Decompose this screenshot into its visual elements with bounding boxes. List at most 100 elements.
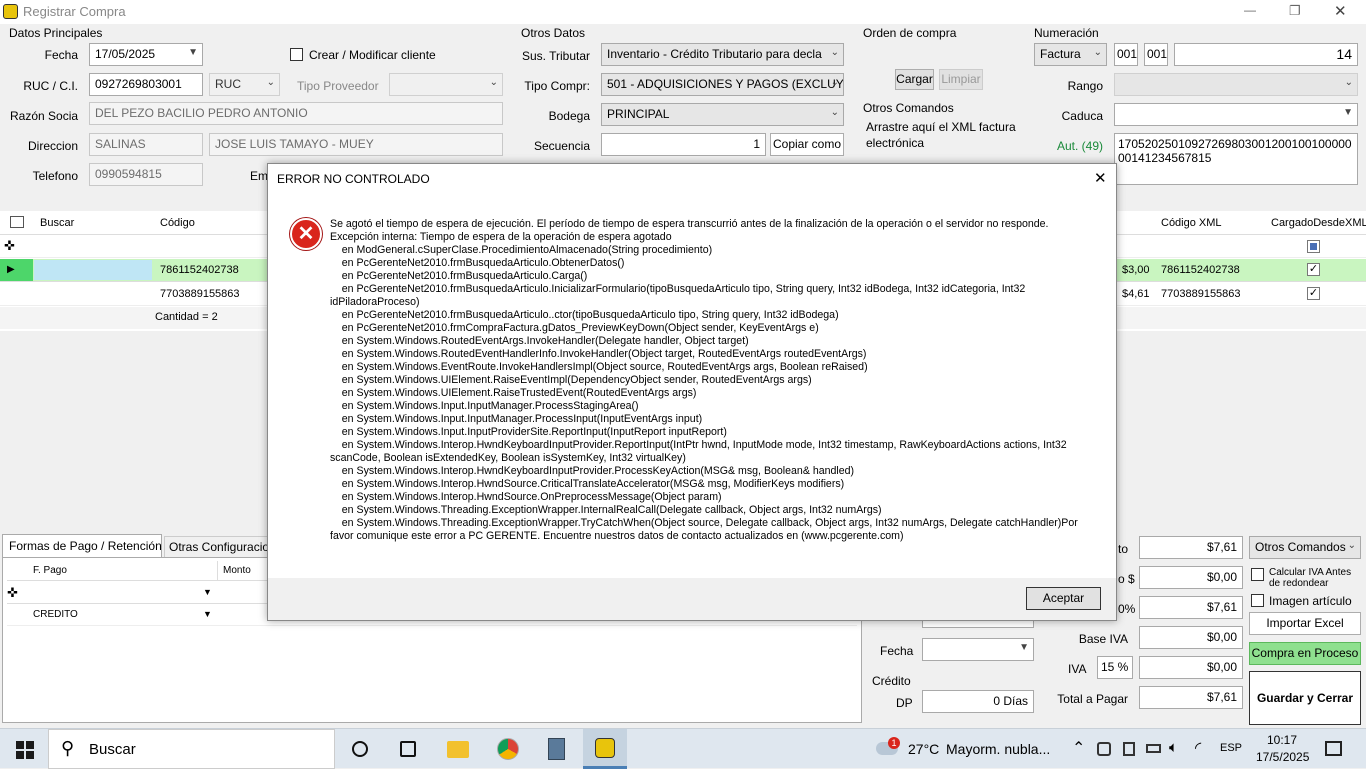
windows-start-icon[interactable] xyxy=(16,741,34,759)
calc-iva-label: Calcular IVA Antes de redondear xyxy=(1269,567,1352,589)
importar-excel-button[interactable]: Importar Excel xyxy=(1249,612,1361,635)
telefono-input[interactable]: 0990594815 xyxy=(89,163,203,186)
dialog-footer xyxy=(268,578,1116,620)
file-explorer-icon[interactable] xyxy=(447,741,469,758)
mid-panel: 0 Fecha ▼ Crédito DP 0 Días xyxy=(864,610,1044,722)
clock-time[interactable]: 10:17 xyxy=(1267,733,1297,747)
limpiar-button[interactable]: Limpiar xyxy=(939,69,983,90)
establecimiento-input[interactable]: 001 xyxy=(1114,43,1138,66)
aceptar-button[interactable]: Aceptar xyxy=(1026,587,1101,610)
buscar-cell[interactable] xyxy=(34,260,152,280)
numero-input[interactable]: 14 xyxy=(1174,43,1358,66)
dp-input[interactable]: 0 Días xyxy=(922,690,1034,713)
ruc-input[interactable]: 0927269803001 xyxy=(89,73,203,96)
chrome-icon[interactable] xyxy=(497,738,519,760)
doc-type-select[interactable]: Factura ⌄ xyxy=(1034,43,1107,66)
calc-iva-checkbox[interactable] xyxy=(1251,568,1264,581)
volume-icon[interactable]: 🔈︎ xyxy=(1169,739,1178,756)
fpago-cell: CREDITO xyxy=(33,609,78,620)
compra-proceso-button[interactable]: Compra en Proceso xyxy=(1249,642,1361,665)
notifications-icon[interactable] xyxy=(1325,741,1342,756)
calculator-icon[interactable] xyxy=(548,738,565,760)
pcgerente-app-icon xyxy=(595,738,615,758)
cantidad-label: Cantidad = 2 xyxy=(155,311,218,323)
weather-temp: 27°C xyxy=(908,741,940,757)
chevron-down-icon: ⌄ xyxy=(266,77,275,88)
autorizacion-input[interactable]: 1705202501092726980300120010010000000141… xyxy=(1114,133,1358,185)
cargado-checkbox[interactable]: ✓ xyxy=(1307,263,1320,276)
crear-cliente-checkbox[interactable] xyxy=(290,48,303,61)
new-row-checkbox[interactable] xyxy=(1307,240,1320,253)
codigo-xml-cell: 7703889155863 xyxy=(1161,288,1241,300)
dialog-close-button[interactable]: ✕ xyxy=(1094,169,1107,187)
otros-comandos-select[interactable]: Otros Comandos ⌄ xyxy=(1249,536,1361,559)
tipo-value: 501 - ADQUISICIONES Y PAGOS (EXCLUY xyxy=(607,77,844,91)
ruc-tipo-select[interactable]: RUC ⌄ xyxy=(209,73,280,96)
grid-settings-icon[interactable] xyxy=(10,216,24,228)
network-icon[interactable] xyxy=(1097,742,1111,756)
mid-fecha-picker[interactable]: ▼ xyxy=(922,638,1034,661)
cargado-checkbox[interactable]: ✓ xyxy=(1307,287,1320,300)
tab-formas-pago[interactable]: Formas de Pago / Retención xyxy=(2,534,162,558)
imagen-label: Imagen artículo xyxy=(1269,594,1352,608)
chevron-down-icon: ▼ xyxy=(1019,642,1029,653)
copiar-como-button[interactable]: Copiar como xyxy=(770,133,844,156)
taskbar-search-box[interactable]: ⚲ Buscar xyxy=(48,729,335,769)
chevron-down-icon[interactable]: ▼ xyxy=(203,609,212,619)
wifi-icon[interactable]: ◜ xyxy=(1195,738,1201,758)
tab-otras-config[interactable]: Otras Configuracio xyxy=(164,536,269,558)
minimize-button[interactable]: — xyxy=(1244,3,1256,17)
close-window-button[interactable]: ✕ xyxy=(1334,2,1347,20)
secuencia-input[interactable]: 1 xyxy=(601,133,766,156)
col-codigo[interactable]: Código xyxy=(160,217,195,229)
maximize-button[interactable]: ❐ xyxy=(1289,3,1301,19)
clock-date[interactable]: 17/5/2025 xyxy=(1256,750,1309,764)
col-codigo-xml[interactable]: Código XML xyxy=(1161,217,1222,229)
sus-tributario-select[interactable]: Inventario - Crédito Tributario para dec… xyxy=(601,43,844,66)
total-label: Total a Pagar xyxy=(1057,692,1128,706)
rango-select[interactable]: ⌄ xyxy=(1114,73,1358,96)
task-view-icon[interactable] xyxy=(400,741,416,757)
chevron-down-icon: ▼ xyxy=(188,47,198,58)
datos-group-title: Datos Principales xyxy=(9,26,103,40)
iva-pct-input[interactable]: 15 % xyxy=(1097,656,1133,679)
punto-emision-input[interactable]: 001 xyxy=(1144,43,1168,66)
sus-label: Sus. Tributar xyxy=(521,49,590,63)
bodega-value: PRINCIPAL xyxy=(607,107,670,121)
otros-group-title: Otros Datos xyxy=(521,26,586,40)
chevron-down-icon: ⌄ xyxy=(1093,47,1102,58)
col-fpago[interactable]: F. Pago xyxy=(33,565,67,576)
credito-group-title: Crédito xyxy=(872,674,911,688)
imagen-checkbox[interactable] xyxy=(1251,594,1264,607)
tipo-proveedor-select[interactable]: ⌄ xyxy=(389,73,503,96)
numeracion-group-title: Numeración xyxy=(1034,26,1099,40)
error-dialog: ERROR NO CONTROLADO ✕ ✕ Se agotó el tiem… xyxy=(267,163,1117,621)
chevron-down-icon[interactable]: ▼ xyxy=(203,587,212,597)
ruc-tipo-value: RUC xyxy=(215,77,241,91)
language-indicator[interactable]: ESP xyxy=(1220,742,1242,754)
chevron-up-icon[interactable]: ⌃ xyxy=(1072,738,1085,758)
battery-icon[interactable] xyxy=(1146,744,1161,753)
xml-drop-text[interactable]: Arrastre aquí el XML factura electrónica xyxy=(866,119,1016,151)
razon-input[interactable]: DEL PEZO BACILIO PEDRO ANTONIO xyxy=(89,102,503,125)
col-cargado-xml[interactable]: CargadoDesdeXML xyxy=(1271,217,1366,229)
codigo-xml-cell: 7861152402738 xyxy=(1161,264,1240,276)
base-iva-value: $0,00 xyxy=(1139,626,1243,649)
bodega-select[interactable]: PRINCIPAL ⌄ xyxy=(601,103,844,126)
device-icon[interactable] xyxy=(1123,742,1135,756)
guardar-cerrar-button[interactable]: Guardar y Cerrar xyxy=(1249,671,1361,725)
chevron-down-icon: ▼ xyxy=(1343,107,1353,118)
chevron-down-icon: ⌄ xyxy=(830,77,839,88)
iva-label: IVA xyxy=(1068,662,1087,676)
cargar-button[interactable]: Cargar xyxy=(895,69,934,90)
chevron-down-icon: ⌄ xyxy=(830,47,839,58)
col-buscar[interactable]: Buscar xyxy=(40,217,74,229)
col-monto[interactable]: Monto xyxy=(223,565,251,576)
caduca-picker[interactable]: ▼ xyxy=(1114,103,1358,126)
codigo-cell: 7861152402738 xyxy=(160,264,239,276)
cortana-icon[interactable] xyxy=(352,741,368,757)
direccion2-input[interactable]: JOSE LUIS TAMAYO - MUEY xyxy=(209,133,503,156)
fecha-picker[interactable]: 17/05/2025 ▼ xyxy=(89,43,203,66)
tipo-comprobante-select[interactable]: 501 - ADQUISICIONES Y PAGOS (EXCLUY ⌄ xyxy=(601,73,844,96)
direccion-input[interactable]: SALINAS xyxy=(89,133,203,156)
